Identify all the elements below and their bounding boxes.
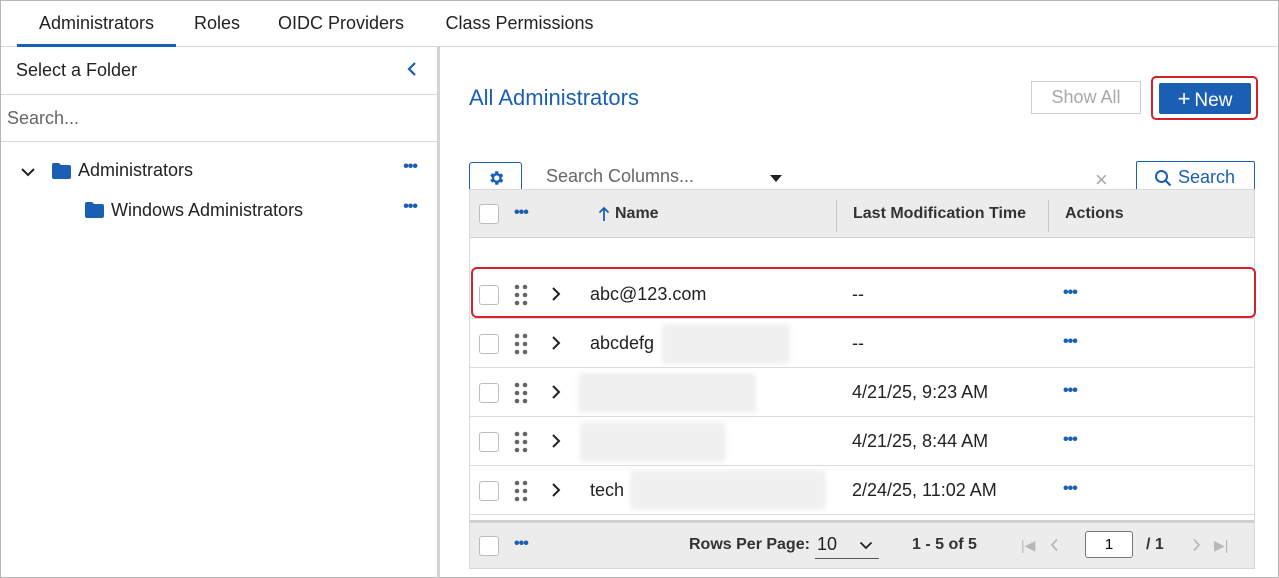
folder-icon <box>85 202 104 218</box>
row-checkbox[interactable] <box>479 481 499 501</box>
drag-handle-icon[interactable] <box>514 431 528 453</box>
folder-search <box>1 95 437 142</box>
chevron-down-icon[interactable] <box>20 167 36 177</box>
chevron-right-icon[interactable] <box>1191 538 1201 552</box>
column-header-actions: Actions <box>1065 205 1124 222</box>
footer-select-checkbox[interactable] <box>479 536 499 556</box>
more-icon[interactable]: ••• <box>403 158 418 176</box>
total-pages: / 1 <box>1146 536 1164 553</box>
chevron-right-icon[interactable] <box>551 432 561 450</box>
page-range: 1 - 5 of 5 <box>912 536 977 553</box>
more-icon[interactable]: ••• <box>1063 382 1078 400</box>
redaction-blur <box>662 324 790 364</box>
search-icon <box>1155 170 1172 187</box>
redaction-blur <box>630 470 826 510</box>
folder-panel: Select a Folder Administrators ••• Windo… <box>1 47 440 578</box>
drag-handle-icon[interactable] <box>514 382 528 404</box>
app-frame: Administrators Roles OIDC Providers Clas… <box>0 0 1279 578</box>
row-modified-time: 4/21/25, 9:23 AM <box>852 382 989 402</box>
chevron-right-icon[interactable] <box>551 481 561 499</box>
first-page-icon[interactable]: |◀ <box>1021 537 1035 554</box>
more-icon[interactable]: ••• <box>1063 431 1078 449</box>
row-checkbox[interactable] <box>479 285 499 305</box>
search-value-input[interactable] <box>797 162 1070 192</box>
drag-handle-icon[interactable] <box>514 480 528 502</box>
folder-search-input[interactable] <box>1 95 437 141</box>
tab-administrators[interactable]: Administrators <box>17 1 176 47</box>
column-header-name[interactable]: Name <box>615 205 659 223</box>
show-all-button[interactable]: Show All <box>1031 81 1141 114</box>
more-icon[interactable]: ••• <box>403 198 418 216</box>
administrators-table: ••• Name Last Modification Time Actions … <box>469 189 1255 569</box>
column-divider <box>836 200 837 232</box>
column-divider <box>1048 200 1049 232</box>
tree-item-administrators[interactable]: Administrators ••• <box>1 151 437 191</box>
row-name: abcdefg <box>590 333 655 353</box>
table-row[interactable]: 4/21/25, 9:23 AM ••• <box>470 368 1254 417</box>
folder-panel-title: Select a Folder <box>16 60 138 80</box>
drag-handle-icon[interactable] <box>514 284 528 306</box>
last-page-icon[interactable]: ▶| <box>1214 537 1228 554</box>
table-footer: ••• Rows Per Page: 10 1 - 5 of 5 |◀ / 1 … <box>470 520 1254 568</box>
column-search-input[interactable] <box>540 162 756 192</box>
page-title: All Administrators <box>469 85 639 110</box>
chevron-right-icon[interactable] <box>551 383 561 401</box>
tab-oidc-providers[interactable]: OIDC Providers <box>265 1 417 47</box>
row-modified-time: -- <box>852 333 864 353</box>
sort-ascending-icon[interactable] <box>598 206 610 222</box>
rows-per-page-value: 10 <box>817 534 838 554</box>
new-button-highlight: + New <box>1151 76 1258 120</box>
chevron-left-icon[interactable] <box>1050 538 1060 552</box>
table-row[interactable]: abcdefg -- ••• <box>470 319 1254 368</box>
column-header-time[interactable]: Last Modification Time <box>853 205 1026 223</box>
tab-class-permissions[interactable]: Class Permissions <box>433 1 606 47</box>
chevron-down-icon <box>859 541 873 550</box>
folder-panel-header: Select a Folder <box>1 47 437 95</box>
gear-icon <box>490 171 504 185</box>
folder-icon <box>52 163 71 179</box>
tree-item-label: Windows Administrators <box>111 200 304 220</box>
row-checkbox[interactable] <box>479 334 499 354</box>
row-modified-time: 4/21/25, 8:44 AM <box>852 431 989 451</box>
row-checkbox[interactable] <box>479 432 499 452</box>
drag-handle-icon[interactable] <box>514 333 528 355</box>
table-header: ••• Name Last Modification Time Actions <box>470 190 1254 238</box>
caret-down-icon[interactable] <box>770 175 782 182</box>
chevron-right-icon[interactable] <box>551 285 561 303</box>
row-modified-time: -- <box>852 284 864 304</box>
plus-icon: + <box>1177 85 1191 111</box>
tree-item-label: Administrators <box>78 160 194 180</box>
chevron-right-icon[interactable] <box>551 334 561 352</box>
select-all-checkbox[interactable] <box>479 204 499 224</box>
page-number-input[interactable] <box>1085 531 1133 558</box>
row-checkbox[interactable] <box>479 383 499 403</box>
row-name: abc@123.com <box>590 284 707 304</box>
more-icon[interactable]: ••• <box>514 204 529 222</box>
row-modified-time: 2/24/25, 11:02 AM <box>852 480 997 500</box>
main-panel: All Administrators Show All +New × Searc… <box>443 47 1279 578</box>
table-row[interactable]: abc@123.com -- ••• <box>470 270 1254 319</box>
more-icon[interactable]: ••• <box>1063 333 1078 351</box>
rows-per-page-select[interactable]: 10 <box>815 531 879 559</box>
tree-item-windows-administrators[interactable]: Windows Administrators ••• <box>1 191 437 231</box>
new-button-label: New <box>1194 89 1233 111</box>
new-button[interactable]: + New <box>1159 83 1251 114</box>
table-row[interactable]: 4/21/25, 8:44 AM ••• <box>470 417 1254 466</box>
search-button-label: Search <box>1178 167 1236 187</box>
redaction-blur <box>580 422 726 462</box>
redaction-blur <box>578 373 756 413</box>
table-row[interactable]: tech 2/24/25, 11:02 AM ••• <box>470 466 1254 515</box>
tab-bar: Administrators Roles OIDC Providers Clas… <box>1 1 1278 47</box>
more-icon[interactable]: ••• <box>1063 284 1078 302</box>
row-name: tech <box>590 480 625 500</box>
more-icon[interactable]: ••• <box>1063 480 1078 498</box>
chevron-left-icon[interactable] <box>405 59 419 79</box>
tab-roles[interactable]: Roles <box>185 1 249 47</box>
rows-per-page-label: Rows Per Page: <box>689 536 810 553</box>
more-icon[interactable]: ••• <box>514 535 529 553</box>
